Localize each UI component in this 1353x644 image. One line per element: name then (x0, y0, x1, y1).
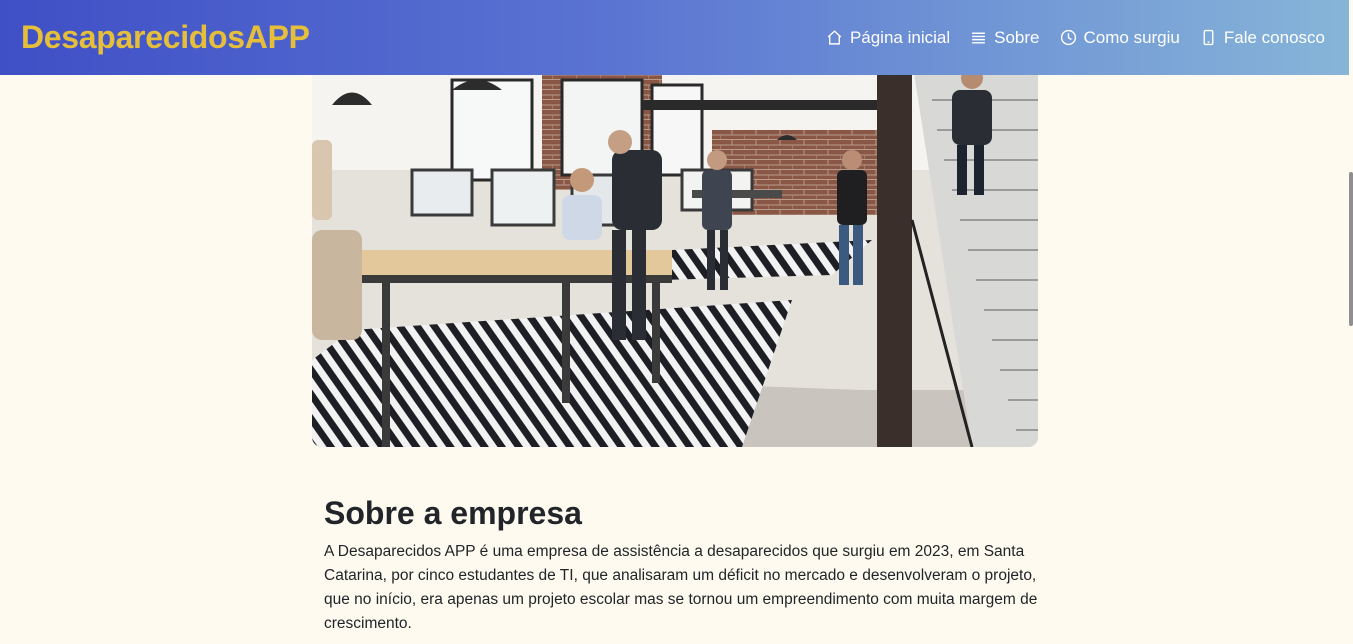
clock-icon (1060, 29, 1076, 46)
phone-icon (1203, 29, 1214, 46)
page-scrollbar[interactable] (1349, 0, 1353, 644)
nav-link-contact[interactable]: Fale conosco (1200, 28, 1325, 48)
nav-link-history[interactable]: Como surgiu (1060, 28, 1180, 48)
home-icon (827, 30, 842, 45)
list-icon (972, 32, 985, 44)
nav-link-home[interactable]: Página inicial (826, 28, 950, 48)
nav-link-label: Página inicial (849, 27, 951, 47)
scrollbar-thumb[interactable] (1349, 172, 1353, 326)
nav-menu: Página inicial Sobre Como surgiu Fale co… (826, 28, 1325, 48)
nav-link-label: Como surgiu (1083, 27, 1180, 47)
brand-logo[interactable]: DesaparecidosAPP (21, 19, 310, 56)
nav-link-about[interactable]: Sobre (970, 27, 1040, 48)
navbar: DesaparecidosAPP Página inicial Sobre Co… (0, 0, 1349, 75)
office-photo (312, 60, 1038, 447)
nav-link-label: Sobre (994, 27, 1040, 47)
nav-link-label: Fale conosco (1223, 27, 1325, 47)
about-title: Sobre a empresa (324, 495, 582, 531)
about-section: Sobre a empresa A Desaparecidos APP é um… (324, 494, 1044, 636)
about-text: A Desaparecidos APP é uma empresa de ass… (324, 543, 1038, 632)
